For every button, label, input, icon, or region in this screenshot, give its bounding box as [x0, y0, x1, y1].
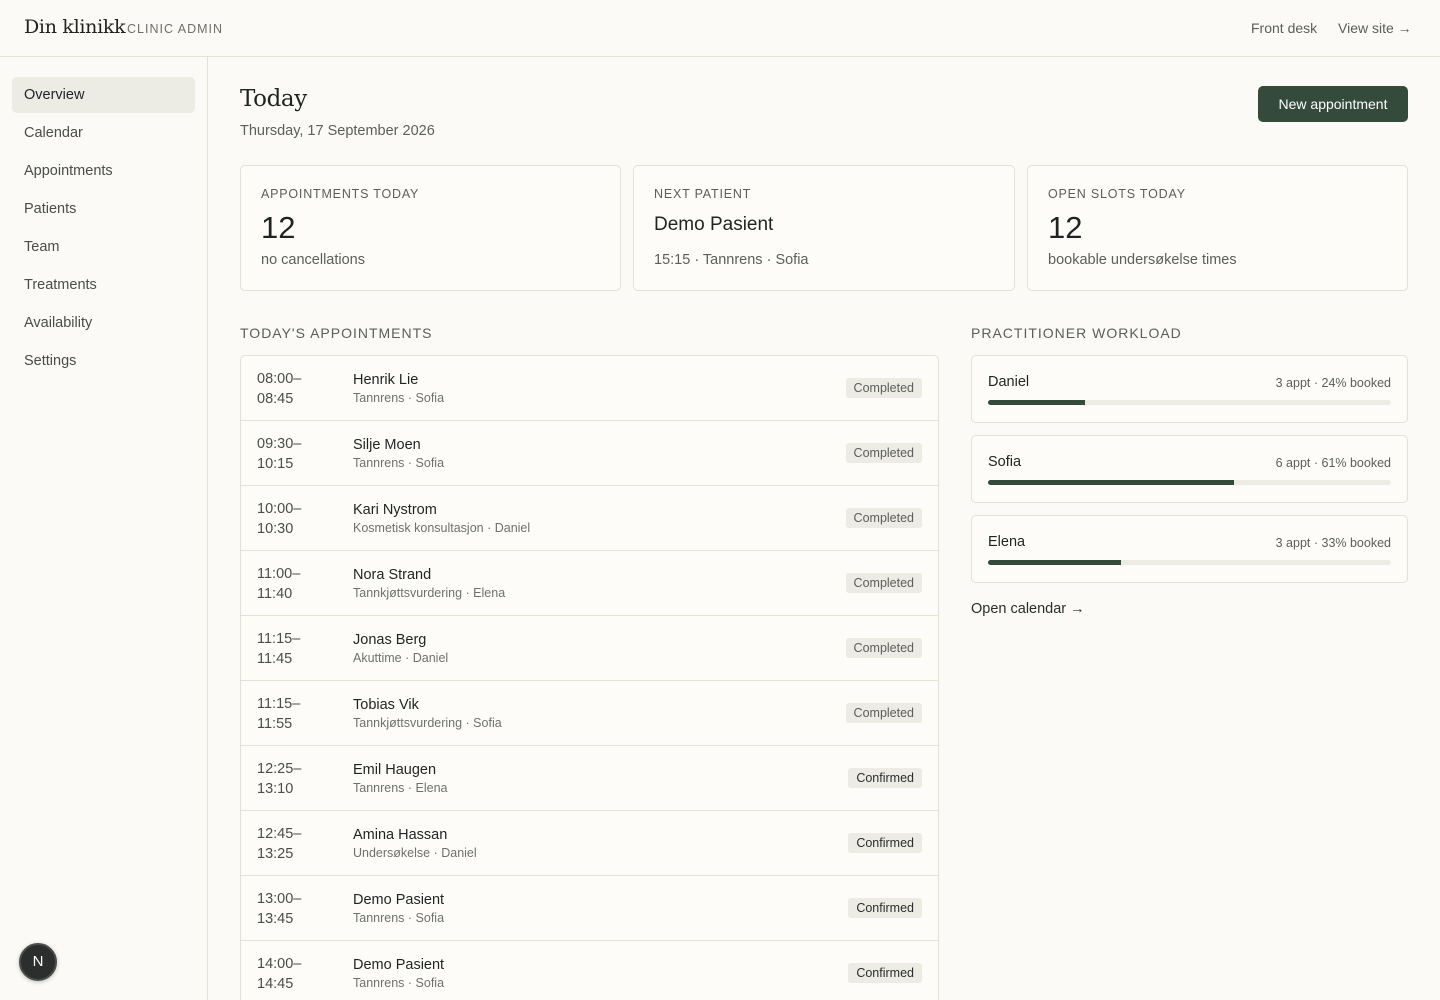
page-date: Thursday, 17 September 2026	[240, 123, 435, 139]
next-patient-name: Demo Pasient	[654, 214, 774, 235]
practitioner-name: Sofia	[988, 454, 1022, 470]
appointment-time: 11:00– 11:40	[257, 566, 301, 602]
appointments-today-label: APPOINTMENTS TODAY	[261, 187, 420, 201]
new-appointment-button[interactable]: New appointment	[1258, 86, 1408, 122]
table-row[interactable]: 12:25– 13:10 Emil Haugen Tannrens · Elena…	[241, 746, 938, 811]
appointment-time: 13:00– 13:45	[257, 891, 302, 927]
appointments-today-card: APPOINTMENTS TODAY 12 no cancellations	[240, 165, 621, 291]
patient-name: Henrik Lie	[353, 372, 419, 388]
patient-name: Demo Pasient	[353, 957, 445, 973]
workload-section-title: PRACTITIONER WORKLOAD	[971, 325, 1182, 341]
workload-bar-fill	[988, 480, 1234, 485]
status-badge: Confirmed	[848, 768, 922, 788]
practitioner-name: Elena	[988, 534, 1026, 550]
workload-card-daniel: Daniel 3 appt · 24% booked	[971, 355, 1408, 423]
patient-name: Amina Hassan	[353, 827, 448, 843]
appointment-time: 11:15– 11:55	[257, 696, 301, 732]
sidebar-item-settings[interactable]: Settings	[12, 343, 195, 379]
workload-bar-fill	[988, 560, 1121, 565]
patient-name: Emil Haugen	[353, 762, 437, 778]
appointment-meta: Undersøkelse · Daniel	[353, 846, 477, 860]
table-row[interactable]: 11:15– 11:45 Jonas Berg Akuttime · Daniel…	[241, 616, 938, 681]
next-patient-label: NEXT PATIENT	[654, 187, 752, 201]
patient-name: Nora Strand	[353, 567, 432, 583]
table-row[interactable]: 08:00– 08:45 Henrik Lie Tannrens · Sofia …	[241, 356, 938, 421]
page-title: Today	[240, 86, 307, 112]
table-row[interactable]: 12:45– 13:25 Amina Hassan Undersøkelse · …	[241, 811, 938, 876]
table-row[interactable]: 09:30– 10:15 Silje Moen Tannrens · Sofia …	[241, 421, 938, 486]
table-row[interactable]: 11:00– 11:40 Nora Strand Tannkjøttsvurder…	[241, 551, 938, 616]
sidebar-item-team[interactable]: Team	[12, 229, 195, 265]
open-slots-sub: bookable undersøkelse times	[1048, 252, 1237, 268]
practitioner-name: Daniel	[988, 374, 1030, 390]
workload-bar	[988, 560, 1391, 565]
appointment-meta: Tannkjøttsvurdering · Elena	[353, 586, 506, 600]
workload-bar	[988, 480, 1391, 485]
appointment-meta: Tannrens · Elena	[353, 781, 448, 795]
patient-name: Silje Moen	[353, 437, 421, 453]
practitioner-stat: 6 appt · 61% booked	[1275, 456, 1391, 470]
appointments-today-value: 12	[261, 210, 296, 245]
view-site-link[interactable]: View site →	[1338, 20, 1412, 36]
appointment-meta: Tannrens · Sofia	[353, 976, 445, 990]
sidebar-item-availability[interactable]: Availability	[12, 305, 195, 341]
status-badge: Completed	[845, 638, 922, 658]
appointments-today-sub: no cancellations	[261, 252, 365, 268]
practitioner-stat: 3 appt · 33% booked	[1275, 536, 1391, 550]
front-desk-link[interactable]: Front desk	[1251, 20, 1317, 36]
workload-card-elena: Elena 3 appt · 33% booked	[971, 515, 1408, 583]
appointment-meta: Tannrens · Sofia	[353, 391, 445, 405]
status-badge: Completed	[845, 443, 922, 463]
table-row[interactable]: 10:00– 10:30 Kari Nystrom Kosmetisk konsu…	[241, 486, 938, 551]
appointment-time: 12:25– 13:10	[257, 761, 302, 797]
patient-name: Jonas Berg	[353, 632, 427, 648]
next-patient-card[interactable]: NEXT PATIENT Demo Pasient 15:15 · Tannre…	[633, 165, 1015, 291]
status-badge: Confirmed	[848, 833, 922, 853]
status-badge: Completed	[845, 378, 922, 398]
workload-bar	[988, 400, 1391, 405]
practitioner-stat: 3 appt · 24% booked	[1275, 376, 1391, 390]
patient-name: Tobias Vik	[353, 697, 419, 713]
sidebar-item-appointments[interactable]: Appointments	[12, 153, 195, 189]
workload-card-sofia: Sofia 6 appt · 61% booked	[971, 435, 1408, 503]
sidebar-item-treatments[interactable]: Treatments	[12, 267, 195, 303]
appointment-time: 14:00– 14:45	[257, 956, 302, 992]
table-row[interactable]: 13:00– 13:45 Demo Pasient Tannrens · Sofi…	[241, 876, 938, 941]
appointment-meta: Tannrens · Sofia	[353, 911, 445, 925]
sidebar-item-patients[interactable]: Patients	[12, 191, 195, 227]
status-badge: Confirmed	[848, 898, 922, 918]
sidebar-item-calendar[interactable]: Calendar	[12, 115, 195, 151]
appointment-time: 11:15– 11:45	[257, 631, 301, 667]
open-slots-value: 12	[1048, 210, 1083, 245]
sidebar-item-overview[interactable]: Overview	[12, 77, 195, 113]
top-bar: Din klinikk CLINIC ADMIN Front desk View…	[0, 0, 1440, 57]
status-badge: Completed	[845, 573, 922, 593]
open-calendar-link[interactable]: Open calendar →	[971, 601, 1085, 617]
status-badge: Completed	[845, 703, 922, 723]
open-slots-label: OPEN SLOTS TODAY	[1048, 187, 1186, 201]
appointment-meta: Tannkjøttsvurdering · Sofia	[353, 716, 502, 730]
patient-name: Demo Pasient	[353, 892, 445, 908]
brand-logo[interactable]: Din klinikk	[24, 16, 126, 38]
appointment-time: 10:00– 10:30	[257, 501, 302, 537]
appointment-time: 08:00– 08:45	[257, 371, 302, 407]
status-badge: Completed	[845, 508, 922, 528]
appointments-section-title: TODAY'S APPOINTMENTS	[240, 325, 433, 341]
appointment-time: 09:30– 10:15	[257, 436, 302, 472]
brand-subtitle: CLINIC ADMIN	[127, 22, 224, 36]
appointment-meta: Tannrens · Sofia	[353, 456, 445, 470]
patient-name: Kari Nystrom	[353, 502, 437, 518]
table-row[interactable]: 14:00– 14:45 Demo Pasient Tannrens · Sofi…	[241, 941, 938, 1000]
table-row[interactable]: 11:15– 11:55 Tobias Vik Tannkjøttsvurderi…	[241, 681, 938, 746]
open-slots-card: OPEN SLOTS TODAY 12 bookable undersøkels…	[1027, 165, 1408, 291]
sidebar: Overview Calendar Appointments Patients …	[0, 57, 208, 1000]
workload-bar-fill	[988, 400, 1085, 405]
status-badge: Confirmed	[848, 963, 922, 983]
appointment-time: 12:45– 13:25	[257, 826, 302, 862]
appointment-meta: Kosmetisk konsultasjon · Daniel	[353, 521, 531, 535]
appointments-list: 08:00– 08:45 Henrik Lie Tannrens · Sofia …	[240, 355, 939, 1000]
appointment-meta: Akuttime · Daniel	[353, 651, 449, 665]
n-badge-icon[interactable]: N	[19, 943, 57, 981]
next-patient-sub: 15:15 · Tannrens · Sofia	[654, 252, 809, 268]
